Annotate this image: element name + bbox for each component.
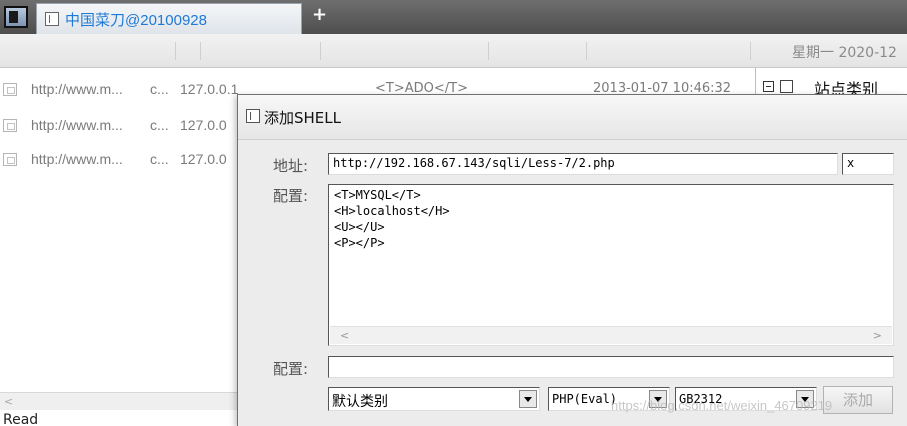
row-url: http://www.m... bbox=[31, 117, 123, 133]
category-select[interactable]: 默认类别 bbox=[328, 387, 540, 411]
add-shell-dialog: 添加SHELL 地址: http://192.168.67.143/sqli/L… bbox=[237, 94, 907, 426]
config2-label: 配置: bbox=[273, 360, 309, 378]
row-code: c... bbox=[150, 81, 169, 97]
add-button[interactable]: 添加 bbox=[823, 386, 893, 414]
site-icon bbox=[3, 119, 17, 132]
config2-input[interactable] bbox=[328, 356, 894, 378]
category-select-value: 默认类别 bbox=[332, 394, 388, 410]
config-horizontal-scrollbar[interactable]: < > bbox=[330, 326, 892, 344]
column-header bbox=[0, 34, 907, 68]
row-ip: 127.0.0.1 bbox=[180, 81, 239, 97]
column-separator bbox=[175, 42, 176, 60]
scroll-left-icon[interactable]: < bbox=[340, 329, 349, 342]
window-menu-button[interactable] bbox=[4, 6, 28, 28]
site-icon bbox=[3, 83, 17, 96]
row-url: http://www.m... bbox=[31, 81, 123, 97]
dropdown-arrow-icon[interactable] bbox=[519, 390, 537, 408]
address-label: 地址: bbox=[273, 157, 309, 175]
tab-main[interactable]: 中国菜刀@20100928 bbox=[36, 3, 302, 34]
script-type-value: PHP(Eval) bbox=[552, 392, 618, 406]
row-ip: 127.0.0 bbox=[180, 117, 227, 133]
dialog-titlebar[interactable]: 添加SHELL bbox=[238, 95, 907, 140]
column-separator bbox=[750, 42, 751, 60]
date-display: 星期一 2020-12 bbox=[792, 45, 897, 61]
category-checkbox[interactable] bbox=[780, 80, 793, 93]
row-code: c... bbox=[150, 151, 169, 167]
tab-title: 中国菜刀@20100928 bbox=[65, 12, 207, 29]
column-separator bbox=[200, 42, 201, 60]
add-tab-button[interactable]: + bbox=[312, 4, 327, 25]
scroll-right-icon[interactable]: > bbox=[873, 329, 882, 342]
scroll-left-icon[interactable]: < bbox=[4, 395, 13, 408]
tab-bar: 中国菜刀@20100928 + bbox=[0, 0, 907, 34]
dialog-icon bbox=[246, 109, 260, 123]
row-url: http://www.m... bbox=[31, 151, 123, 167]
config-label: 配置: bbox=[273, 187, 309, 205]
password-input[interactable]: x bbox=[842, 153, 894, 175]
list-horizontal-scrollbar[interactable]: < bbox=[0, 392, 240, 410]
row-code: c... bbox=[150, 117, 169, 133]
dialog-title: 添加SHELL bbox=[264, 109, 341, 127]
config-textarea[interactable]: <T>MYSQL</T> <H>localhost</H> <U></U> <P… bbox=[328, 184, 894, 346]
config-text: <T>MYSQL</T> <H>localhost</H> <U></U> <P… bbox=[334, 188, 450, 250]
status-text: Read bbox=[3, 412, 39, 426]
column-separator bbox=[586, 42, 587, 60]
column-separator bbox=[320, 42, 321, 60]
site-icon bbox=[3, 153, 17, 166]
tab-page-icon bbox=[45, 12, 59, 26]
address-input[interactable]: http://192.168.67.143/sqli/Less-7/2.php bbox=[328, 153, 838, 175]
column-separator bbox=[488, 42, 489, 60]
row-ip: 127.0.0 bbox=[180, 151, 227, 167]
collapse-icon[interactable] bbox=[763, 81, 774, 92]
watermark-text: https://blog.csdn.net/weixin_46709219 bbox=[611, 398, 833, 413]
